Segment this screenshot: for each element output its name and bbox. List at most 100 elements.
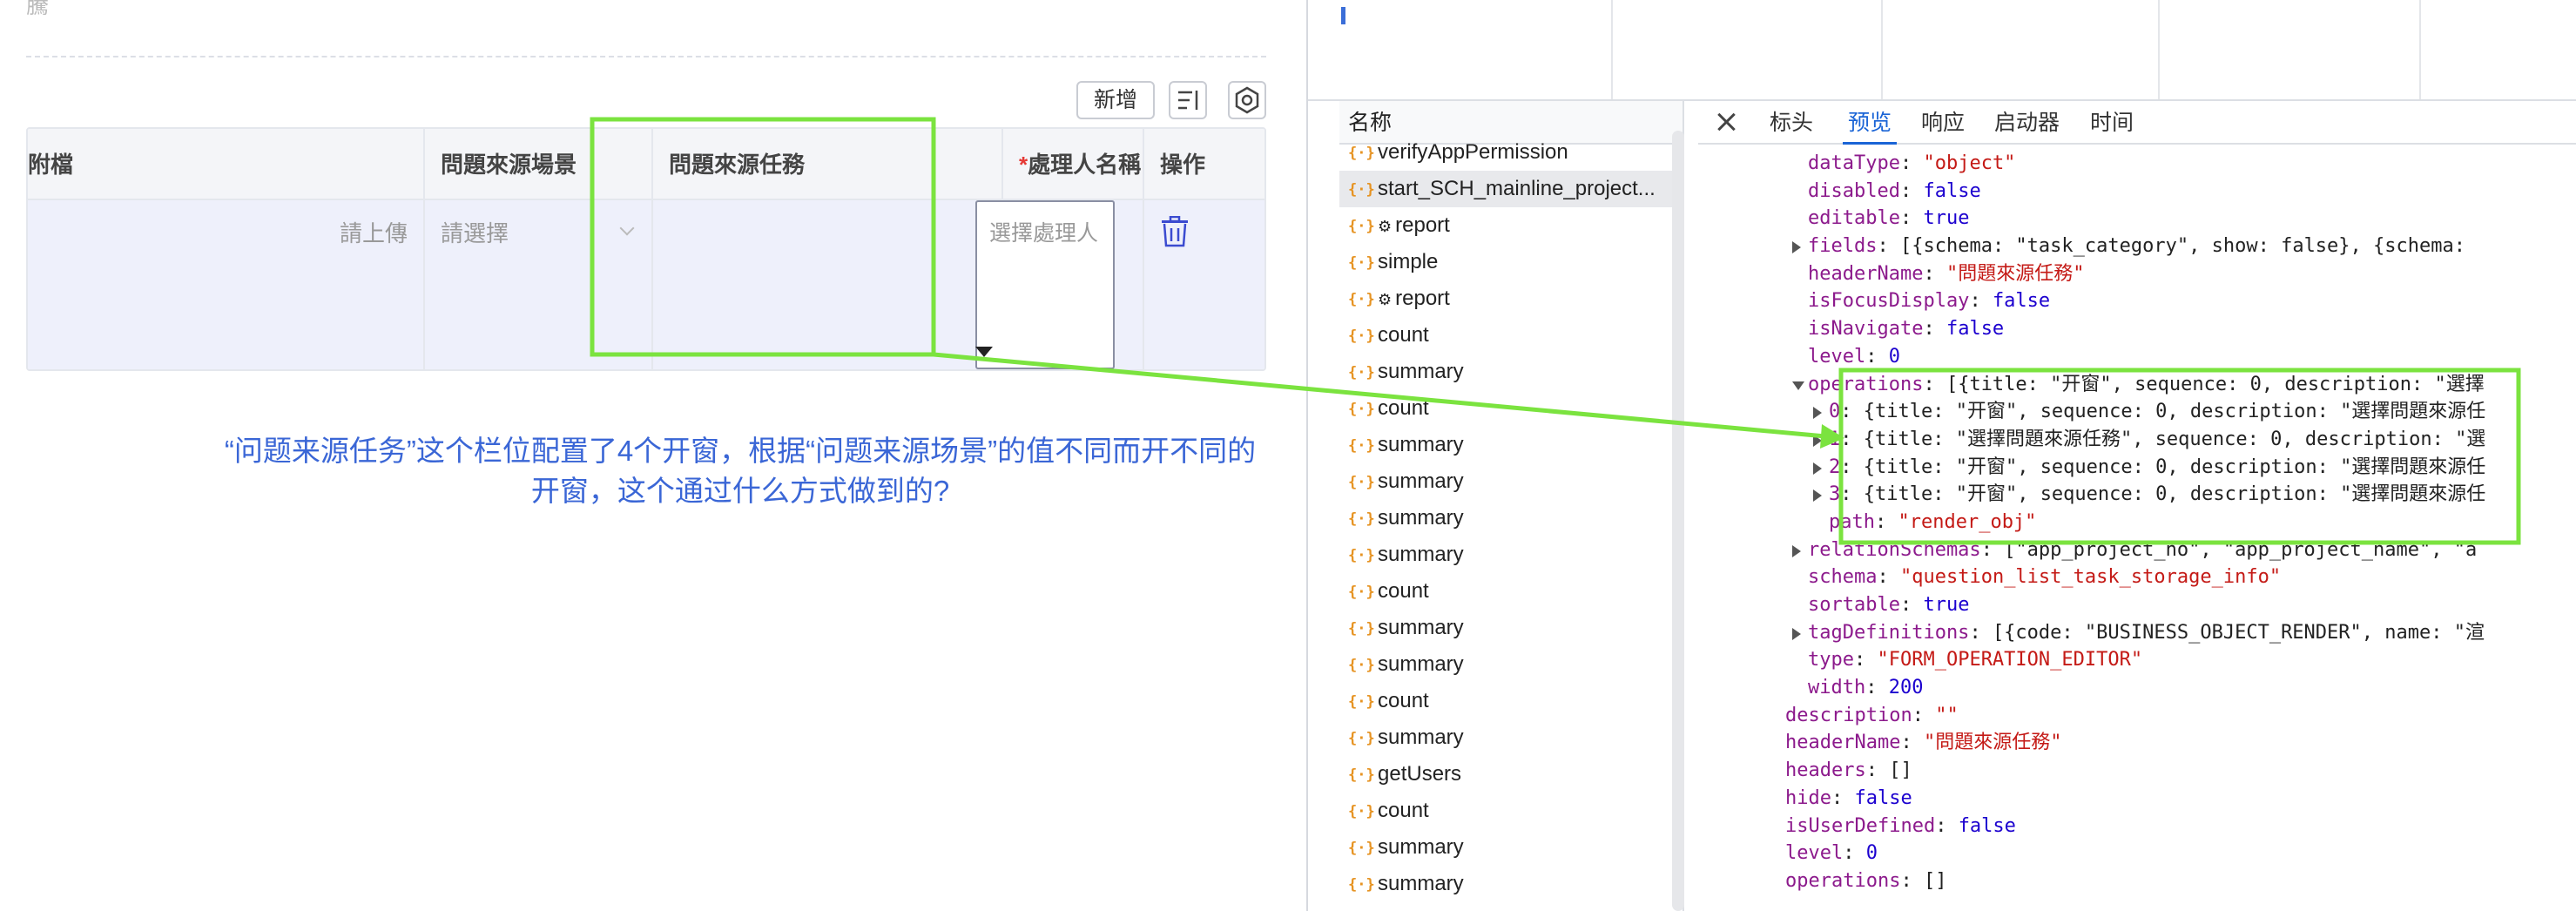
chevron-down-icon [619,220,635,236]
tab-initiator[interactable]: 启动器 [1989,101,2065,145]
request-row[interactable]: {·} verifyAppPermission [1339,134,1681,171]
request-list-scrollbar[interactable] [1672,131,1684,911]
preview-line: operations: [] [1698,867,2576,895]
request-row[interactable]: {·} summary [1339,500,1681,536]
preview-line[interactable]: operations: [{title: "开窗", sequence: 0, … [1698,371,2576,399]
request-row[interactable]: {·} start_SCH_mainline_project... [1339,171,1681,207]
source-scene-select[interactable]: 請選擇 [425,200,653,369]
caret-right-icon[interactable] [1813,489,1822,503]
preview-key: hide [1785,786,1831,809]
caret-right-icon[interactable] [1813,462,1822,475]
preview-line: level: 0 [1698,343,2576,371]
timeline-gridline [1611,0,1613,99]
request-row[interactable]: {·}count [1339,683,1681,719]
xhr-icon: {·} [1348,546,1375,564]
preview-entry: hide: false [1785,786,1912,809]
column-sort-button[interactable] [1169,81,1207,119]
form-app-panel: 騰 新增 附檔 問題來源場景 問題來源任務 *處理人名稱 操作 請上傳 請選擇 [0,0,1306,911]
annotation-line-1: “问题来源任务”这个栏位配置了4个开窗，根据“问题来源场景”的值不同而开不同的 [224,435,1257,467]
caret-right-icon[interactable] [1792,544,1801,557]
request-row[interactable]: {·} summary [1339,536,1681,573]
caret-right-icon[interactable] [1792,627,1801,640]
tab-headers[interactable]: 标头 [1764,101,1818,145]
xhr-icon: {·} [1348,729,1375,747]
preview-key: fields [1808,235,1878,258]
request-name: summary [1378,835,1464,859]
request-name: summary [1378,433,1464,456]
caret-down-icon[interactable] [1792,381,1804,390]
preview-entry: width: 200 [1808,677,1924,699]
source-task-cell[interactable] [653,200,1003,369]
request-row[interactable]: {·}count [1339,902,1681,911]
request-row[interactable]: {·}count [1339,390,1681,427]
preview-value: {title: "开窗", sequence: 0, description: … [1863,483,2486,506]
preview-line[interactable]: 0: {title: "开窗", sequence: 0, descriptio… [1698,398,2576,426]
request-row[interactable]: {·} summary [1339,719,1681,756]
request-row[interactable]: {·}count [1339,317,1681,354]
request-row[interactable]: {·} simple [1339,244,1681,280]
preview-entry: path: "render_obj" [1829,510,2037,533]
preview-key: disabled [1808,179,1900,202]
column-header-attachment[interactable]: 附檔 [28,129,425,200]
preview-value: "" [1935,704,1959,726]
add-button[interactable]: 新增 [1076,81,1156,119]
request-row[interactable]: {·}count [1339,573,1681,610]
preview-value: true [1923,207,1970,230]
xhr-icon: {·} [1348,363,1375,381]
preview-line[interactable]: 2: {title: "开窗", sequence: 0, descriptio… [1698,454,2576,482]
preview-line[interactable]: fields: [{schema: "task_category", show:… [1698,233,2576,260]
trash-icon[interactable] [1160,216,1190,247]
preview-line: disabled: false [1698,178,2576,206]
preview-line: headerName: "問題來源任務" [1698,260,2576,288]
request-row[interactable]: {·} summary [1339,646,1681,683]
tab-preview[interactable]: 预览 [1843,101,1898,145]
request-row[interactable]: {·} summary [1339,354,1681,390]
preview-entry: 3: {title: "开窗", sequence: 0, descriptio… [1829,483,2486,506]
caret-right-icon[interactable] [1792,241,1801,254]
preview-line[interactable]: tagDefinitions: [{code: "BUSINESS_OBJECT… [1698,619,2576,647]
column-header-source-scene[interactable]: 問題來源場景 [425,129,653,200]
preview-value: 0 [1865,842,1878,865]
table-settings-button[interactable] [1228,81,1266,119]
handler-picker-input[interactable]: 選擇處理人 [975,200,1115,369]
column-header-handler[interactable]: *處理人名稱 [1003,129,1144,200]
preview-key: path [1829,510,1875,533]
request-row[interactable]: {·} summary [1339,463,1681,500]
preview-line: width: 200 [1698,674,2576,702]
request-row[interactable]: {·} summary [1339,610,1681,646]
caret-right-icon[interactable] [1813,434,1822,447]
close-icon[interactable] [1714,109,1740,135]
request-name: count [1378,799,1429,822]
preview-value: [{schema: "task_category", show: false},… [1899,235,2465,258]
request-name: count [1378,396,1429,420]
preview-key: editable [1808,207,1900,230]
preview-line[interactable]: 1: {title: "選擇問題來源任務", sequence: 0, desc… [1698,426,2576,454]
preview-tree: dataType: "object" disabled: false editabl… [1698,150,2576,895]
request-row[interactable]: {·} getUsers [1339,756,1681,793]
tab-response[interactable]: 响应 [1916,101,1970,145]
preview-key: headers [1785,759,1866,782]
gear-icon: ⚙ [1378,291,1393,308]
column-header-source-task[interactable]: 問題來源任務 [653,129,1003,200]
request-row[interactable]: {·}count [1339,793,1681,829]
request-name: start_SCH_mainline_project... [1378,177,1656,200]
request-row[interactable]: {·} ⚙ report [1339,207,1681,244]
preview-line[interactable]: relationSchemas: ["app_project_no", "app… [1698,536,2576,564]
preview-line: hide: false [1698,785,2576,813]
request-row[interactable]: {·} summary [1339,866,1681,902]
attachment-cell[interactable]: 請上傳 [28,200,425,369]
preview-line: isFocusDisplay: false [1698,287,2576,315]
preview-entry: 2: {title: "开窗", sequence: 0, descriptio… [1829,456,2486,478]
request-rows: {·} verifyAppPermission {·} start_SCH_mainl… [1339,134,1681,911]
request-detail: 标头 预览 响应 启动器 时间 dataType: "object" disabl… [1698,101,2576,911]
request-row[interactable]: {·} ⚙ report [1339,280,1681,317]
network-timeline[interactable] [1308,0,2576,101]
request-row[interactable]: {·} summary [1339,427,1681,463]
request-name: summary [1378,469,1464,493]
preview-key: type [1808,649,1854,671]
request-row[interactable]: {·} summary [1339,829,1681,866]
caret-right-icon[interactable] [1813,407,1822,420]
column-header-actions: 操作 [1144,129,1264,200]
tab-timing[interactable]: 时间 [2085,101,2139,145]
preview-line[interactable]: 3: {title: "开窗", sequence: 0, descriptio… [1698,481,2576,509]
